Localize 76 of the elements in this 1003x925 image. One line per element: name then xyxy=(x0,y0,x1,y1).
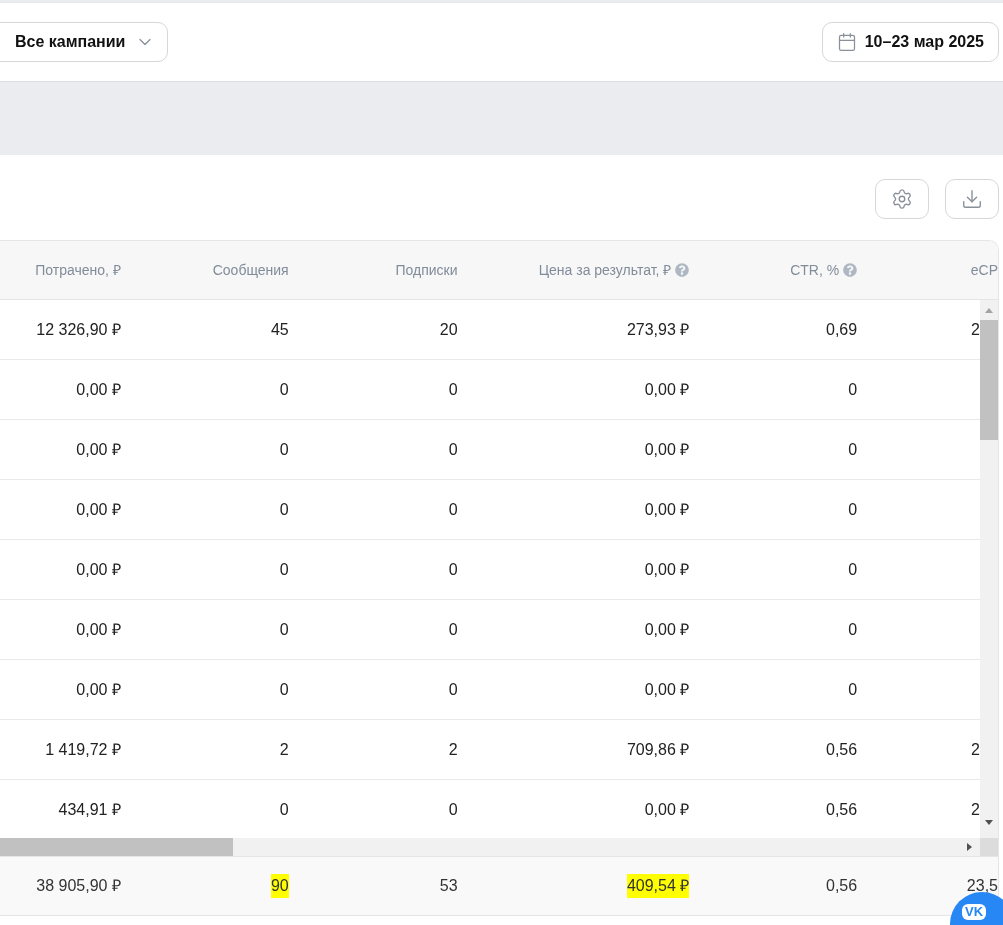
table-cell-text: 1 419,72 ₽ xyxy=(45,739,121,760)
table-cell-text: 0,00 ₽ xyxy=(644,619,690,640)
settings-icon xyxy=(891,187,913,210)
vertical-scrollbar[interactable] xyxy=(980,300,998,838)
download-button[interactable] xyxy=(945,178,999,219)
table-cell-text: 0 xyxy=(848,439,858,460)
table-cell-text: 0 xyxy=(448,799,458,820)
table-cell-text: 0 xyxy=(448,619,458,640)
table-cell-text: 0,00 ₽ xyxy=(644,379,690,400)
table-cell-text: 2 xyxy=(279,739,289,760)
column-header: Потрачено, ₽ xyxy=(34,260,122,280)
download-icon xyxy=(961,187,983,210)
table-cell-text: 434,91 ₽ xyxy=(58,799,121,820)
total-cell: 409,54 ₽ xyxy=(626,874,690,898)
table-cell-text: 0,00 ₽ xyxy=(644,559,690,580)
table-cell-text: 0,69 xyxy=(826,319,858,340)
table-cell-text: 0 xyxy=(279,379,289,400)
table-cell-text: 0 xyxy=(848,619,858,640)
table-cell-text: 0,00 ₽ xyxy=(76,559,121,580)
column-header: Подписки xyxy=(394,260,459,280)
table-cell-text: 0 xyxy=(848,499,858,520)
table-cell-text: 12 326,90 ₽ xyxy=(36,319,121,340)
table-cell-text: 0 xyxy=(279,619,289,640)
total-cell-text: 0,56 xyxy=(826,876,858,896)
table-cell-text: 2 xyxy=(971,739,980,760)
total-cell-text: 53 xyxy=(439,876,458,896)
table-cell-text: 0 xyxy=(448,499,458,520)
help-icon xyxy=(675,263,690,277)
table-cell-text: 0,00 ₽ xyxy=(644,799,690,820)
table-cell-text: 0 xyxy=(448,679,458,700)
table-cell-text: 0,00 ₽ xyxy=(76,499,121,520)
table-cell-text: 2 xyxy=(971,319,980,340)
scroll-right-icon xyxy=(967,843,972,851)
table-cell-text: 0 xyxy=(279,499,289,520)
scrollbar-thumb[interactable] xyxy=(980,320,998,440)
table-cell-text: 0 xyxy=(448,439,458,460)
column-header: CTR, % xyxy=(699,259,868,281)
column-header: Сообщения xyxy=(211,260,290,280)
table-cell-text: 45 xyxy=(270,319,289,340)
table-cell-text: 0,00 ₽ xyxy=(76,619,121,640)
scrollbar-thumb[interactable] xyxy=(0,838,233,856)
table-cell-text: 0 xyxy=(848,559,858,580)
table-cell-text: 0 xyxy=(279,799,289,820)
table-cell-text: 0 xyxy=(448,379,458,400)
table-cell-text: 0,00 ₽ xyxy=(644,679,690,700)
vk-logo: VK xyxy=(962,904,987,920)
table-cell-text: 0,56 xyxy=(826,799,858,820)
scroll-up-icon xyxy=(985,307,993,313)
table-cell-text: 709,86 ₽ xyxy=(626,739,690,760)
column-header: eCP xyxy=(969,260,998,280)
table-cell-text: 0,00 ₽ xyxy=(644,499,690,520)
column-header: Цена за результат, ₽ xyxy=(467,259,700,281)
scroll-down-icon xyxy=(985,819,993,825)
table-cell-text: 0,00 ₽ xyxy=(76,439,121,460)
table-cell-text: 0 xyxy=(848,379,858,400)
help-icon xyxy=(843,263,858,277)
total-cell-text: 38 905,90 ₽ xyxy=(36,876,121,896)
settings-button[interactable] xyxy=(875,178,929,219)
table-cell-text: 20 xyxy=(439,319,458,340)
table-cell-text: 2 xyxy=(448,739,458,760)
table-cell-text: 0 xyxy=(279,679,289,700)
table-cell-text: 0,00 ₽ xyxy=(76,679,121,700)
table-cell-text: 0 xyxy=(848,679,858,700)
total-cell: 90 xyxy=(270,874,289,898)
table-cell-text: 0 xyxy=(279,439,289,460)
table-cell-text: 0,00 ₽ xyxy=(644,439,690,460)
horizontal-scrollbar[interactable] xyxy=(0,838,980,856)
table-cell-text: 0 xyxy=(279,559,289,580)
table-cell-text: 2 xyxy=(971,799,980,820)
table-cell-text: 0,56 xyxy=(826,739,858,760)
table-cell-text: 0,00 ₽ xyxy=(76,379,121,400)
date-range-button[interactable]: 10–23 мар 2025 xyxy=(821,22,999,62)
calendar-icon xyxy=(836,32,857,52)
table-cell-text: 0 xyxy=(448,559,458,580)
campaign-dropdown[interactable]: Все кампании xyxy=(0,22,169,62)
table-cell-text: 273,93 ₽ xyxy=(626,319,690,340)
